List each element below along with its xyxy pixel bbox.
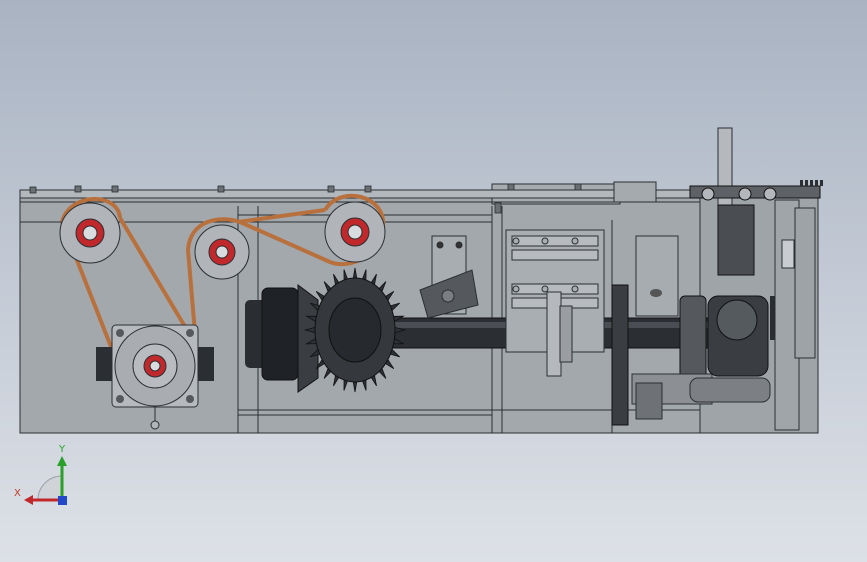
triad-x-label: X bbox=[14, 488, 21, 499]
rack-tooth bbox=[815, 180, 818, 186]
idler-pulley bbox=[324, 201, 386, 263]
coordinate-triad: Y X bbox=[14, 444, 67, 505]
rack-tooth bbox=[810, 180, 813, 186]
rack-tooth bbox=[800, 180, 803, 186]
cad-graphics-area[interactable]: Y X bbox=[0, 0, 867, 562]
triad-y-label: Y bbox=[58, 444, 66, 455]
idler-pulley bbox=[194, 224, 250, 280]
rack-tooth bbox=[805, 180, 808, 186]
rack-tooth bbox=[820, 180, 823, 186]
idler-pulley bbox=[59, 202, 121, 264]
